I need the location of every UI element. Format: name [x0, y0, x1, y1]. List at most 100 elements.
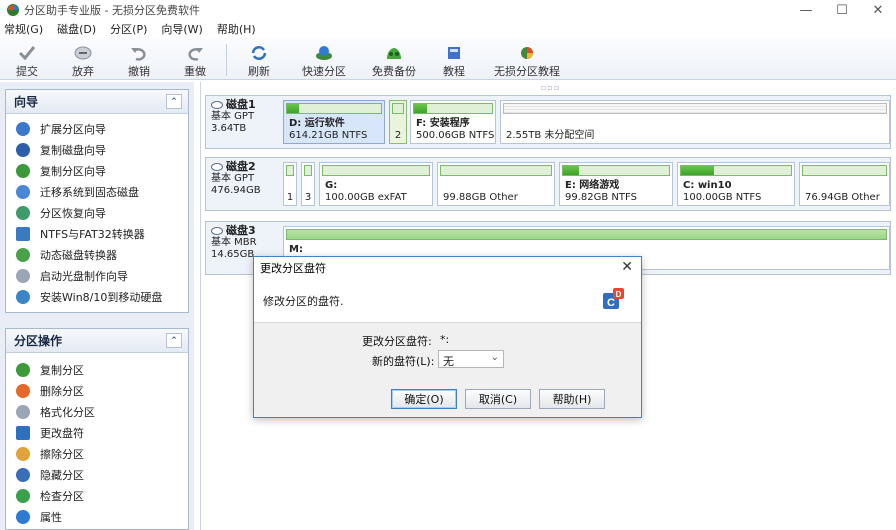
usage-bar: [562, 165, 670, 176]
undo-button[interactable]: 撤销: [128, 44, 150, 79]
app-logo-icon: [7, 4, 19, 16]
wizard-panel-header: 向导 ⌃: [6, 90, 188, 114]
discard-icon: [73, 44, 93, 62]
toolbar: 提交 放弃 撤销 重做 刷新 快速分区 免费备份 教程 无损分区教程: [0, 38, 896, 80]
refresh-button[interactable]: 刷新: [248, 44, 270, 79]
usage-bar: [680, 165, 792, 176]
copy-partition-icon: [16, 163, 30, 178]
new-letter-select[interactable]: 无 ⌄: [438, 350, 504, 368]
menu-disk[interactable]: 磁盘(D): [57, 21, 96, 37]
windows-usb-icon: [16, 289, 30, 304]
close-button[interactable]: ✕: [860, 0, 896, 20]
splitter-grip[interactable]: ▫▫▫: [541, 83, 560, 92]
usage-bar: [286, 229, 887, 240]
wizard-item-win-to-go[interactable]: 安装Win8/10到移动硬盘: [6, 286, 188, 307]
minimize-button[interactable]: —: [788, 0, 824, 20]
partition-block[interactable]: E: 网络游戏 99.82GB NTFS: [559, 162, 673, 206]
cd-icon: [16, 268, 30, 283]
wizard-item-dynamic-disk[interactable]: 动态磁盘转换器: [6, 244, 188, 265]
menu-bar: 常规(G) 磁盘(D) 分区(P) 向导(W) 帮助(H): [0, 20, 896, 38]
menu-general[interactable]: 常规(G): [4, 21, 43, 37]
left-sidebar: 向导 ⌃ 扩展分区向导 复制磁盘向导 复制分区向导 迁移系统到固态磁盘 分区恢复…: [0, 82, 194, 530]
partition-block[interactable]: 99.88GB Other: [437, 162, 555, 206]
op-format-partition[interactable]: 格式化分区: [6, 401, 188, 422]
submit-button[interactable]: 提交: [16, 44, 38, 79]
ok-button[interactable]: 确定(O): [391, 389, 457, 409]
partition-pie-icon: [517, 44, 537, 62]
op-check-partition[interactable]: 检查分区: [6, 485, 188, 506]
delete-partition-icon: [16, 383, 30, 398]
wizard-item-recovery[interactable]: 分区恢复向导: [6, 202, 188, 223]
hide-icon: [16, 467, 30, 482]
partition-block[interactable]: D: 运行软件 614.21GB NTFS: [283, 100, 385, 144]
svg-text:D: D: [616, 290, 622, 299]
dialog-close-icon[interactable]: ✕: [621, 259, 633, 275]
partition-block[interactable]: F: 安装程序 500.06GB NTFS: [410, 100, 496, 144]
current-letter-value: *:: [440, 333, 450, 346]
wizard-item-copy-disk[interactable]: 复制磁盘向导: [6, 139, 188, 160]
wizard-item-copy-partition[interactable]: 复制分区向导: [6, 160, 188, 181]
wizard-item-ntfs-fat32[interactable]: NTFS与FAT32转换器: [6, 223, 188, 244]
usage-bar: [440, 165, 552, 176]
disk-icon: [211, 227, 223, 235]
maximize-button[interactable]: ☐: [824, 0, 860, 20]
cancel-button[interactable]: 取消(C): [465, 389, 531, 409]
wizard-item-extend[interactable]: 扩展分区向导: [6, 118, 188, 139]
info-icon: [16, 509, 30, 524]
collapse-operations-button[interactable]: ⌃: [166, 333, 182, 348]
extend-partition-icon: [16, 121, 30, 136]
window-title: 分区助手专业版 - 无损分区免费软件: [24, 4, 200, 17]
help-button[interactable]: 帮助(H): [539, 389, 605, 409]
op-wipe-partition[interactable]: 擦除分区: [6, 443, 188, 464]
discard-button[interactable]: 放弃: [72, 44, 94, 79]
menu-partition[interactable]: 分区(P): [110, 21, 147, 37]
usage-bar: [322, 165, 430, 176]
change-drive-letter-dialog: 更改分区盘符 ✕ 修改分区的盘符. C D 更改分区盘符: *: 新的盘符(L)…: [253, 256, 642, 418]
partition-block[interactable]: 1: [283, 162, 297, 206]
usage-bar: [413, 103, 493, 114]
op-change-letter[interactable]: 更改盘符: [6, 422, 188, 443]
dialog-title-bar: 更改分区盘符 ✕: [254, 257, 641, 279]
partition-block[interactable]: 3: [301, 162, 315, 206]
undo-icon: [129, 44, 149, 62]
partition-block[interactable]: C: win10 100.00GB NTFS: [677, 162, 795, 206]
disk-info: 磁盘2 基本 GPT 476.94GB: [211, 160, 261, 196]
tutorial-button[interactable]: 教程: [443, 44, 465, 79]
quick-partition-button[interactable]: 快速分区: [302, 44, 346, 79]
title-bar: 分区助手专业版 - 无损分区免费软件 — ☐ ✕: [0, 0, 896, 20]
partition-block[interactable]: 76.94GB Other: [799, 162, 890, 206]
disk-row[interactable]: 磁盘2 基本 GPT 476.94GB 1 3 G: 100.00GB exFA…: [205, 157, 891, 211]
convert-icon: [16, 226, 30, 241]
lossless-tutorial-button[interactable]: 无损分区教程: [494, 44, 560, 79]
usage-bar: [503, 103, 887, 114]
free-backup-button[interactable]: 免费备份: [372, 44, 416, 79]
copy-partition-icon: [16, 362, 30, 377]
wizard-item-migrate-os[interactable]: 迁移系统到固态磁盘: [6, 181, 188, 202]
svg-text:C: C: [607, 297, 615, 309]
redo-icon: [185, 44, 205, 62]
book-icon: [444, 44, 464, 62]
recovery-icon: [16, 205, 30, 220]
menu-help[interactable]: 帮助(H): [217, 21, 256, 37]
copy-disk-icon: [16, 142, 30, 157]
quick-partition-icon: [314, 44, 334, 62]
op-copy-partition[interactable]: 复制分区: [6, 359, 188, 380]
partition-block[interactable]: 2: [389, 100, 407, 144]
drive-letter-icon: C D: [603, 288, 624, 309]
disk-row[interactable]: 磁盘1 基本 GPT 3.64TB D: 运行软件 614.21GB NTFS …: [205, 95, 891, 149]
op-delete-partition[interactable]: 删除分区: [6, 380, 188, 401]
drive-letter-icon: [16, 425, 30, 440]
partition-block-unallocated[interactable]: 2.55TB 未分配空间: [500, 100, 890, 144]
op-hide-partition[interactable]: 隐藏分区: [6, 464, 188, 485]
menu-wizard[interactable]: 向导(W): [161, 21, 202, 37]
collapse-wizard-button[interactable]: ⌃: [166, 94, 182, 109]
checkmark-icon: [17, 44, 37, 62]
dynamic-disk-icon: [16, 247, 30, 262]
redo-button[interactable]: 重做: [184, 44, 206, 79]
op-properties[interactable]: 属性: [6, 506, 188, 527]
operations-panel-header: 分区操作 ⌃: [6, 329, 188, 353]
check-icon: [16, 488, 30, 503]
wizard-item-bootable-cd[interactable]: 启动光盘制作向导: [6, 265, 188, 286]
partition-block[interactable]: G: 100.00GB exFAT: [319, 162, 433, 206]
usage-bar: [392, 103, 404, 114]
